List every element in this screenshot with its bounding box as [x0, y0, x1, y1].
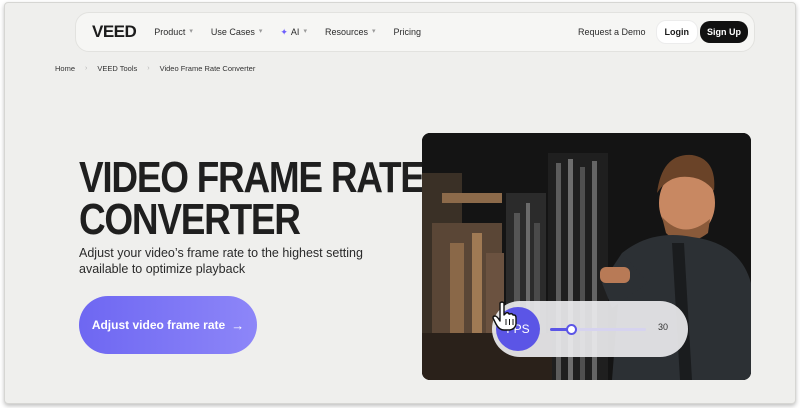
- chevron-down-icon: ▾: [303, 28, 307, 35]
- breadcrumb-current: Video Frame Rate Converter: [159, 64, 256, 73]
- breadcrumb-home[interactable]: Home: [55, 64, 75, 73]
- request-demo-link[interactable]: Request a Demo: [578, 27, 646, 37]
- login-button[interactable]: Login: [655, 20, 698, 44]
- cta-label: Adjust video frame rate: [91, 318, 226, 332]
- hero-image: FPS 30: [422, 133, 751, 380]
- page-title-line-2: CONVERTER: [79, 195, 301, 244]
- breadcrumb-separator-icon: ›: [147, 65, 150, 72]
- nav-item-label: Use Cases: [210, 27, 255, 37]
- fps-slider-value: 30: [658, 322, 669, 332]
- nav-item-pricing[interactable]: Pricing: [394, 27, 422, 37]
- fps-slider-thumb[interactable]: [566, 324, 578, 335]
- arrow-right-icon: →: [231, 317, 245, 333]
- signup-button[interactable]: Sign Up: [700, 21, 748, 43]
- breadcrumb-veed-tools[interactable]: VEED Tools: [97, 64, 137, 73]
- page-title: VIDEO FRAME RATE CONVERTER: [79, 153, 425, 244]
- fps-control: FPS 30: [492, 301, 688, 357]
- top-navbar: VEED Product ▾ Use Cases ▾ ✦ AI ▾ Resour…: [75, 12, 755, 52]
- fps-slider[interactable]: [550, 324, 646, 335]
- nav-item-label: Resources: [324, 27, 368, 37]
- nav-item-use-cases[interactable]: Use Cases ▾: [211, 27, 263, 37]
- nav-item-product[interactable]: Product ▾: [154, 27, 193, 37]
- chevron-down-icon: ▾: [371, 28, 376, 35]
- chevron-down-icon: ▾: [258, 28, 263, 35]
- breadcrumb: Home › VEED Tools › Video Frame Rate Con…: [55, 64, 255, 73]
- breadcrumb-separator-icon: ›: [85, 65, 88, 72]
- nav-item-resources[interactable]: Resources ▾: [325, 27, 376, 37]
- hand-cursor-icon: [492, 301, 517, 331]
- sparkle-icon: ✦: [280, 26, 288, 37]
- hero-subtitle: Adjust your video’s frame rate to the hi…: [79, 246, 363, 276]
- chevron-down-icon: ▾: [189, 28, 193, 35]
- nav-item-ai[interactable]: ✦ AI ▾: [280, 27, 307, 38]
- nav-item-label: Pricing: [393, 27, 422, 37]
- adjust-frame-rate-button[interactable]: Adjust video frame rate →: [79, 296, 257, 354]
- nav-item-label: Product: [154, 27, 186, 37]
- veed-logo[interactable]: VEED: [92, 22, 137, 42]
- nav-item-label: AI: [290, 27, 300, 37]
- page-frame: VEED Product ▾ Use Cases ▾ ✦ AI ▾ Resour…: [4, 2, 796, 404]
- page-title-line-1: VIDEO FRAME RATE: [79, 153, 425, 202]
